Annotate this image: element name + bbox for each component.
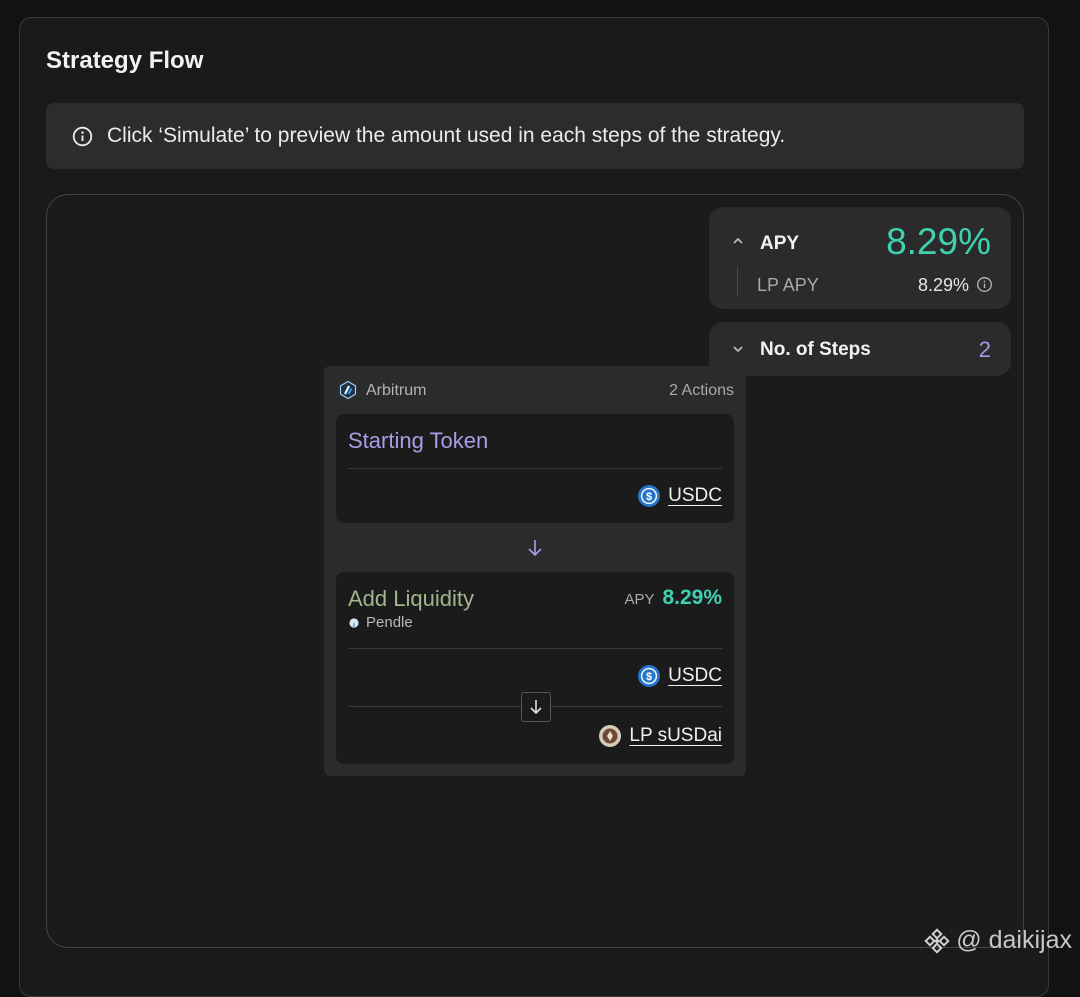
- apy-breakdown-line: [737, 267, 738, 296]
- lp-apy-value: 8.29%: [917, 275, 969, 295]
- arbitrum-icon: [338, 380, 358, 400]
- lp-apy-label: LP APY: [757, 275, 819, 295]
- step-add-liquidity[interactable]: Add Liquidity Pendle APY 8.29% $ USDC LP…: [336, 572, 734, 764]
- steps-card[interactable]: No. of Steps 2: [709, 322, 1011, 376]
- strategy-flow-panel: Strategy Flow Click ‘Simulate’ to previe…: [19, 17, 1049, 997]
- divider: [348, 648, 722, 649]
- info-icon[interactable]: [976, 276, 993, 293]
- swap-direction-button[interactable]: [521, 692, 551, 722]
- token-label[interactable]: USDC: [668, 485, 722, 507]
- arrow-down-icon: [528, 698, 544, 716]
- steps-value: 2: [978, 337, 991, 362]
- svg-text:$: $: [646, 671, 652, 683]
- step-apy: APY 8.29%: [624, 586, 722, 610]
- apy-label: APY: [760, 233, 800, 254]
- step-apy-value: 8.29%: [662, 586, 722, 609]
- usdc-icon: $: [637, 664, 661, 688]
- svg-text:$: $: [646, 491, 652, 503]
- watermark-text: @ daikijax: [956, 926, 1072, 954]
- token-lp-susdai[interactable]: LP sUSDai: [598, 724, 722, 748]
- step-title: Add Liquidity: [348, 586, 474, 611]
- apy-card[interactable]: APY 8.29% LP APY 8.29%: [709, 207, 1011, 309]
- step-apy-label: APY: [624, 591, 655, 608]
- susdai-icon: [598, 724, 622, 748]
- token-label[interactable]: USDC: [668, 665, 722, 687]
- watermark: @ daikijax: [924, 926, 1072, 955]
- arrow-down-icon: [526, 538, 544, 558]
- divider: [348, 468, 722, 469]
- protocol: Pendle: [348, 614, 413, 631]
- step-starting-token[interactable]: Starting Token $ USDC: [336, 414, 734, 523]
- token-usdc[interactable]: $ USDC: [637, 664, 722, 688]
- chain-name: Arbitrum: [366, 382, 427, 399]
- binance-icon: [924, 927, 950, 954]
- simulate-notice: Click ‘Simulate’ to preview the amount u…: [46, 103, 1024, 169]
- usdc-icon: $: [637, 484, 661, 508]
- protocol-name: Pendle: [366, 614, 413, 631]
- apy-value: 8.29%: [886, 221, 991, 262]
- chevron-up-icon[interactable]: [731, 234, 745, 248]
- token-label[interactable]: LP sUSDai: [629, 725, 722, 747]
- steps-label: No. of Steps: [760, 339, 871, 360]
- notice-text: Click ‘Simulate’ to preview the amount u…: [107, 124, 786, 147]
- chain-group: Arbitrum 2 Actions Starting Token $ USDC…: [324, 366, 746, 776]
- token-usdc[interactable]: $ USDC: [637, 484, 722, 508]
- panel-title: Strategy Flow: [46, 47, 204, 74]
- pendle-icon: [348, 617, 360, 629]
- actions-count: 2 Actions: [669, 382, 734, 399]
- info-icon: [72, 126, 93, 147]
- chevron-down-icon[interactable]: [731, 342, 745, 356]
- step-title: Starting Token: [348, 428, 489, 453]
- strategy-canvas[interactable]: APY 8.29% LP APY 8.29% No. of Steps 2 Ar…: [46, 194, 1024, 948]
